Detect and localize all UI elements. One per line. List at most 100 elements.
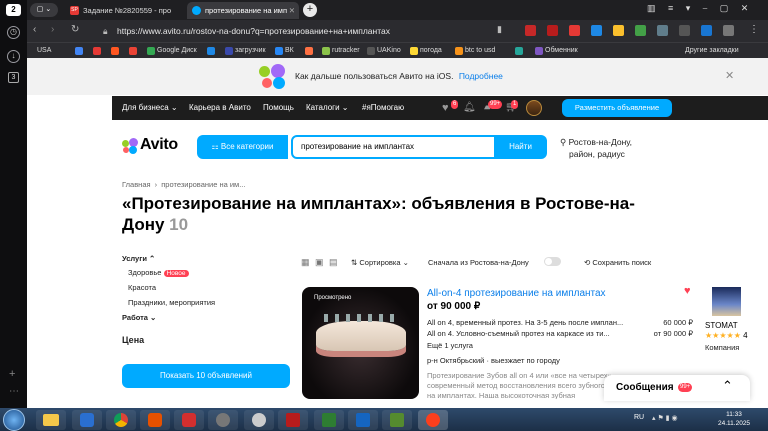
avatar[interactable] <box>526 100 542 116</box>
bookmark-item[interactable]: btc to usd <box>455 43 495 59</box>
url-field[interactable]: 🔒︎ https://www.avito.ru/rostov-na-donu?q… <box>99 23 519 39</box>
location-selector[interactable]: ⚲ Ростов-на-Дону, район, радиус <box>560 136 632 160</box>
filter-services[interactable]: Услуги ⌃ <box>122 254 155 263</box>
extension-icon[interactable] <box>569 25 580 36</box>
local-first-toggle[interactable] <box>544 257 561 266</box>
extension-icon[interactable] <box>547 25 558 36</box>
close-banner-icon[interactable]: ✕ <box>725 69 734 82</box>
download-icon[interactable] <box>701 25 712 36</box>
app-icon[interactable] <box>348 410 378 430</box>
tab-avito[interactable]: протезирование на имп ✕ <box>187 2 299 19</box>
filter-health[interactable]: Здоровье Новое <box>128 268 189 277</box>
app-icon[interactable] <box>244 410 274 430</box>
bookmark-item[interactable] <box>305 43 315 59</box>
extension-icon[interactable] <box>635 25 646 36</box>
notifications-icon[interactable]: 🔔︎ <box>463 96 476 120</box>
yandex-browser-icon[interactable] <box>418 410 448 430</box>
bookmark-item[interactable]: погода <box>410 43 442 59</box>
extension-icon[interactable] <box>613 25 624 36</box>
view-tiles-icon[interactable]: ▣ <box>315 257 324 268</box>
back-icon[interactable]: ‹ <box>33 24 36 35</box>
tabs-menu-button[interactable]: ▢ ⌄ <box>30 3 58 17</box>
app-icon[interactable] <box>72 410 102 430</box>
forward-icon[interactable]: › <box>51 24 54 35</box>
save-search-button[interactable]: ⟲ Сохранить поиск <box>584 258 651 267</box>
extension-icon[interactable] <box>591 25 602 36</box>
sort-dropdown[interactable]: ⇅ Сортировка ⌄ <box>351 258 409 267</box>
nav-business[interactable]: Для бизнеса ⌄ <box>122 96 178 120</box>
other-bookmarks[interactable]: Другие закладки <box>685 43 739 59</box>
explorer-icon[interactable] <box>36 410 66 430</box>
filter-beauty[interactable]: Красота <box>128 283 156 292</box>
search-button[interactable]: Найти <box>494 135 547 159</box>
show-results-button[interactable]: Показать 10 объявлений <box>122 364 290 388</box>
app-icon[interactable] <box>174 410 204 430</box>
clock[interactable]: 11:33 24.11.2025 <box>718 410 750 428</box>
bookmark-item[interactable]: ВК <box>275 43 294 59</box>
bookmark-item[interactable] <box>207 43 217 59</box>
bookmark-item[interactable] <box>75 43 85 59</box>
side-tabs-badge[interactable]: 2 <box>6 4 21 16</box>
bookmark-label: загрузчик <box>235 47 266 54</box>
close-tab-icon[interactable]: ✕ <box>289 2 295 19</box>
app-icon[interactable] <box>140 410 170 430</box>
listing-description: Протезирование Зубов all on 4 или «все н… <box>427 371 624 399</box>
bookmark-item[interactable]: загрузчик <box>225 43 266 59</box>
side-counter[interactable]: 3 <box>8 72 19 83</box>
filter-work[interactable]: Работа ⌄ <box>122 313 156 322</box>
nav-catalogs[interactable]: Каталоги ⌄ <box>306 96 349 120</box>
history-icon[interactable]: ◷ <box>7 26 20 39</box>
tab-zadanie[interactable]: SP Задание №2820559 - про <box>65 2 185 19</box>
bookmark-item[interactable] <box>129 43 139 59</box>
menu-icon[interactable]: ⋮ <box>749 24 759 35</box>
view-grid-icon[interactable]: ▦ <box>301 257 310 268</box>
listing-image[interactable]: Просмотрено <box>302 287 419 399</box>
breadcrumb-current[interactable]: протезирование на им... <box>161 180 245 189</box>
bookmark-item[interactable] <box>111 43 121 59</box>
bookmark-item[interactable]: USA <box>37 43 51 59</box>
favorite-heart-icon[interactable]: ♥ <box>684 285 691 297</box>
app-icon[interactable] <box>278 410 308 430</box>
chrome-icon[interactable] <box>106 410 136 430</box>
app-icon[interactable] <box>314 410 344 430</box>
bookmark-item[interactable] <box>515 43 525 59</box>
bookmark-item[interactable]: UAKino <box>367 43 401 59</box>
nav-help[interactable]: Помощь <box>263 96 294 120</box>
search-input[interactable]: протезирование на имплантах <box>301 142 414 151</box>
seller-avatar[interactable] <box>712 287 741 316</box>
start-button[interactable] <box>3 409 25 431</box>
bookmark-item[interactable]: rutracker <box>322 43 360 59</box>
more-services-link[interactable]: Ещё 1 услуга <box>427 341 473 350</box>
bookmark-item[interactable]: Обменник <box>535 43 578 59</box>
chevron-up-icon[interactable]: ⌃ <box>722 378 733 394</box>
banner-link[interactable]: Подробнее <box>459 71 503 81</box>
favorites-icon[interactable]: ♥ <box>442 96 449 120</box>
downloads-icon[interactable]: ↓ <box>7 50 20 63</box>
post-ad-button[interactable]: Разместить объявление <box>562 99 672 117</box>
nav-career[interactable]: Карьера в Авито <box>189 96 251 120</box>
search-box[interactable]: протезирование на имплантах Найти <box>291 135 547 159</box>
breadcrumb-home[interactable]: Главная <box>122 180 151 189</box>
nav-ya-pomogayu[interactable]: #яПомогаю <box>362 96 404 120</box>
extension-icon[interactable] <box>657 25 668 36</box>
all-categories-button[interactable]: ⚏ Все категории <box>197 135 288 159</box>
filter-events[interactable]: Праздники, мероприятия <box>128 298 215 307</box>
reload-icon[interactable]: ↻ <box>71 24 79 35</box>
more-icon[interactable]: ⋯ <box>9 386 19 397</box>
extension-icon[interactable] <box>525 25 536 36</box>
new-tab-button[interactable]: + <box>303 3 317 17</box>
bookmark-star-icon[interactable]: ▮ <box>497 24 502 35</box>
view-map-icon[interactable]: ▤ <box>329 257 338 268</box>
add-panel-icon[interactable]: + <box>9 368 15 380</box>
app-icon[interactable] <box>208 410 238 430</box>
extension-icon[interactable] <box>723 25 734 36</box>
messages-widget[interactable]: Сообщения 99+ ⌃ <box>604 375 750 401</box>
language-indicator[interactable]: RU <box>634 414 644 421</box>
app-icon[interactable] <box>382 410 412 430</box>
extension-icon[interactable] <box>679 25 690 36</box>
tray-icons[interactable]: ▴ ⚑ ▮ ◉ <box>652 414 678 422</box>
bookmark-item[interactable] <box>93 43 103 59</box>
listing-title[interactable]: All-on-4 протезирование на имплантах <box>427 288 606 299</box>
bookmark-item[interactable]: Google Диск <box>147 43 197 59</box>
seller-name[interactable]: STOMAT <box>705 321 738 330</box>
